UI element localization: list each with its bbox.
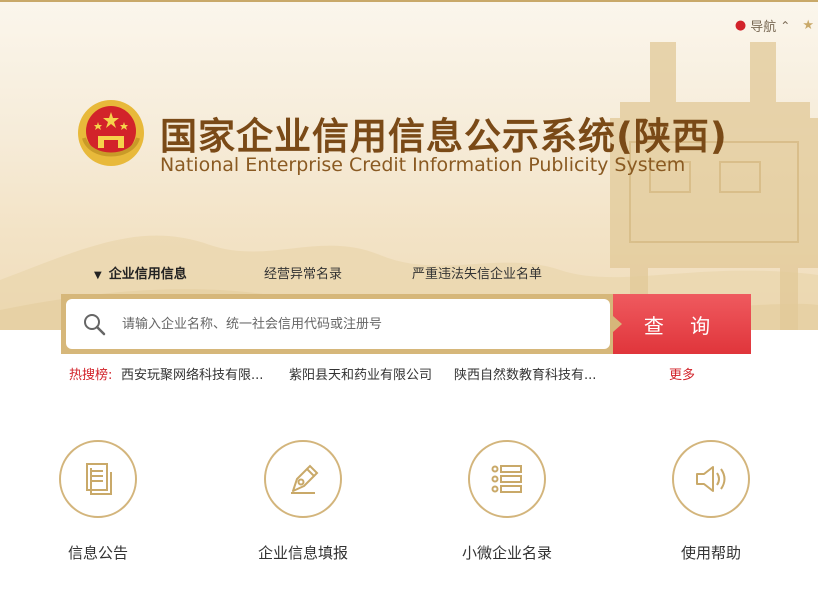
hot-search-item[interactable]: 紫阳县天和药业有限公司 bbox=[289, 364, 432, 383]
chevron-up-icon: ⌃ bbox=[780, 18, 791, 33]
service-icon-circle bbox=[672, 440, 750, 518]
top-navigation[interactable]: ● 导航 ⌃ ★ bbox=[735, 16, 814, 35]
hot-search-item[interactable]: 陕西自然数教育科技有... bbox=[454, 364, 596, 383]
service-icon-circle bbox=[468, 440, 546, 518]
tab-label: 经营异常名录 bbox=[264, 267, 343, 282]
tab-enterprise-credit[interactable]: ▼ 企业信用信息 bbox=[94, 263, 187, 282]
hot-search-label: 热搜榜: bbox=[69, 368, 113, 383]
service-icon-circle bbox=[264, 440, 342, 518]
nav-label: 导航 bbox=[750, 20, 777, 35]
service-small-micro-enterprises[interactable]: 小微企业名录 bbox=[447, 440, 567, 563]
list-icon bbox=[491, 465, 522, 493]
service-label: 信息公告 bbox=[67, 544, 128, 562]
document-icon bbox=[86, 463, 112, 495]
search-box bbox=[66, 299, 610, 349]
service-enterprise-info-filing[interactable]: 企业信息填报 bbox=[243, 440, 363, 563]
search-icon bbox=[84, 314, 106, 336]
service-label: 企业信息填报 bbox=[257, 544, 348, 562]
hero-banner: ● 导航 ⌃ ★ 国家企业信用信息公示系统(陕西) National Enter… bbox=[0, 0, 818, 330]
page-subtitle: National Enterprise Credit Information P… bbox=[160, 154, 686, 176]
national-emblem-icon bbox=[78, 100, 144, 166]
triangle-down-icon: ▼ bbox=[94, 270, 102, 281]
service-usage-help[interactable]: 使用帮助 bbox=[651, 440, 771, 563]
page-title: 国家企业信用信息公示系统(陕西) bbox=[160, 115, 728, 158]
pen-nib-icon bbox=[291, 464, 319, 494]
service-icon-circle bbox=[59, 440, 137, 518]
bronze-vessel-decoration bbox=[610, 42, 818, 330]
search-input[interactable] bbox=[120, 315, 564, 333]
star-icon[interactable]: ★ bbox=[802, 18, 814, 33]
tab-serious-violations[interactable]: 严重违法失信企业名单 bbox=[412, 263, 542, 282]
service-label: 使用帮助 bbox=[680, 544, 741, 562]
hot-search-item[interactable]: 西安玩聚网络科技有限... bbox=[121, 364, 263, 383]
hot-search-more-link[interactable]: 更多 bbox=[669, 364, 695, 383]
search-bar bbox=[61, 294, 615, 354]
service-label: 小微企业名录 bbox=[461, 544, 552, 562]
search-button[interactable]: 查 询 bbox=[613, 294, 751, 354]
tab-label: 企业信用信息 bbox=[108, 267, 187, 282]
tab-abnormal-operations[interactable]: 经营异常名录 bbox=[264, 263, 342, 282]
tab-label: 严重违法失信企业名单 bbox=[412, 267, 543, 282]
speaker-icon bbox=[696, 466, 726, 492]
service-info-announcement[interactable]: 信息公告 bbox=[38, 440, 158, 563]
location-pin-icon: ● bbox=[734, 18, 747, 33]
